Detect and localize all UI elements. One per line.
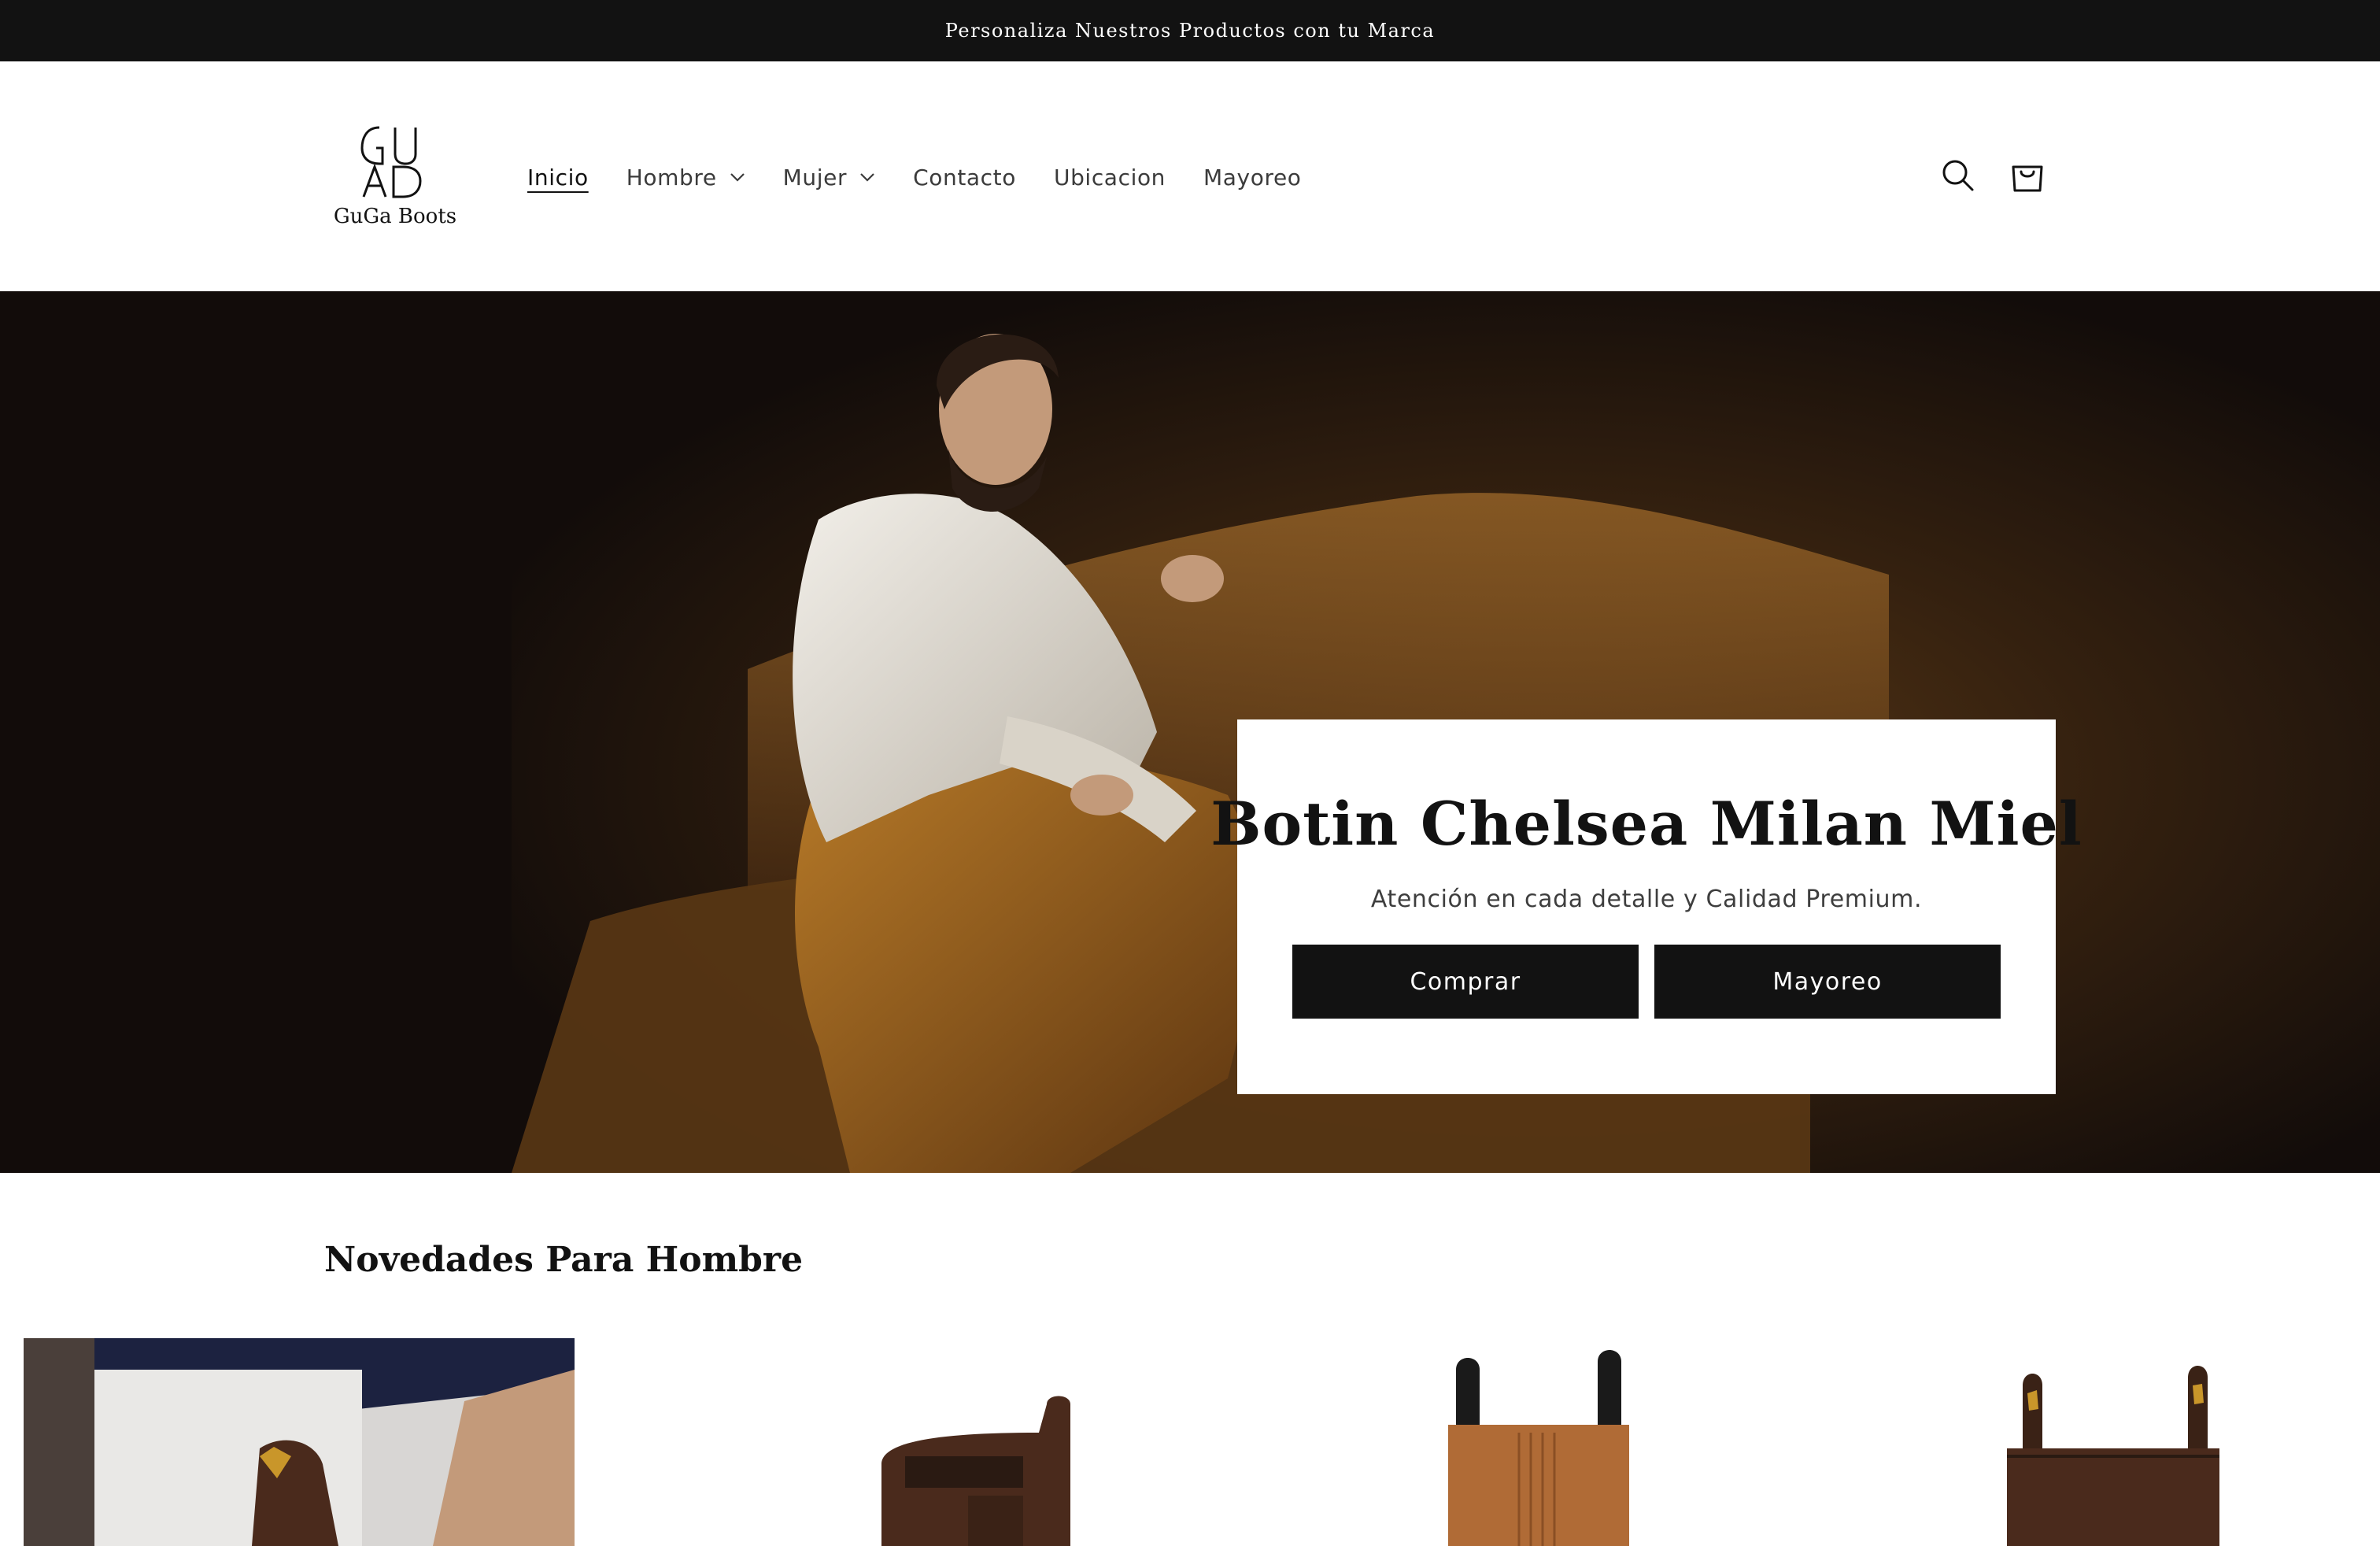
announcement-text: Personaliza Nuestros Productos con tu Ma…: [944, 20, 1436, 42]
nav-item-label: Hombre: [626, 164, 717, 190]
nav-item-label: Mujer: [782, 164, 848, 190]
nav-item-label: Ubicacion: [1053, 164, 1166, 190]
nav-item-ubicacion[interactable]: Ubicacion: [1054, 165, 1166, 190]
chevron-down-icon: [730, 173, 745, 182]
product-image: [1362, 1338, 1771, 1546]
nav-item-mujer[interactable]: Mujer: [783, 165, 875, 190]
product-image: [787, 1338, 1196, 1546]
product-card[interactable]: [787, 1338, 1196, 1546]
main-nav: Inicio Hombre Mujer Contacto Ubicacion M…: [527, 150, 1340, 205]
nav-item-mayoreo[interactable]: Mayoreo: [1203, 165, 1301, 190]
section-title: Novedades Para Hombre: [324, 1240, 804, 1280]
logo[interactable]: GuGa Boots: [331, 117, 460, 235]
comprar-button[interactable]: Comprar: [1292, 945, 1639, 1019]
product-card[interactable]: [1952, 1338, 2361, 1546]
search-button[interactable]: [1936, 153, 1980, 198]
product-card[interactable]: [1362, 1338, 1771, 1546]
hero-title: Botin Chelsea Milan Miel: [1210, 789, 2082, 859]
nav-item-label: Inicio: [527, 164, 589, 190]
announcement-bar: Personaliza Nuestros Productos con tu Ma…: [0, 0, 2380, 61]
nav-item-hombre[interactable]: Hombre: [626, 165, 745, 190]
product-image: [24, 1338, 575, 1546]
search-icon: [1942, 160, 1974, 191]
mayoreo-button[interactable]: Mayoreo: [1654, 945, 2001, 1019]
hero-banner: Botin Chelsea Milan Miel Atención en cad…: [0, 291, 2380, 1173]
logo-mark-icon: [360, 126, 422, 198]
product-image: [1952, 1338, 2361, 1546]
nav-item-label: Mayoreo: [1203, 164, 1302, 190]
logo-text: GuGa Boots: [333, 205, 457, 228]
hero-buttons: Comprar Mayoreo: [1292, 945, 2001, 1019]
cart-button[interactable]: [2005, 153, 2049, 198]
hero-content-box: Botin Chelsea Milan Miel Atención en cad…: [1210, 719, 2082, 1094]
site-header: GuGa Boots Inicio Hombre Mujer Contacto …: [0, 61, 2380, 291]
product-grid: [0, 1338, 2380, 1546]
nav-item-inicio[interactable]: Inicio: [527, 165, 589, 190]
cart-icon: [2012, 165, 2043, 192]
nav-item-contacto[interactable]: Contacto: [913, 165, 1016, 190]
product-card[interactable]: [24, 1338, 575, 1546]
hero-subtitle: Atención en cada detalle y Calidad Premi…: [1370, 886, 1923, 913]
chevron-down-icon: [860, 173, 874, 182]
nav-item-label: Contacto: [913, 164, 1016, 190]
